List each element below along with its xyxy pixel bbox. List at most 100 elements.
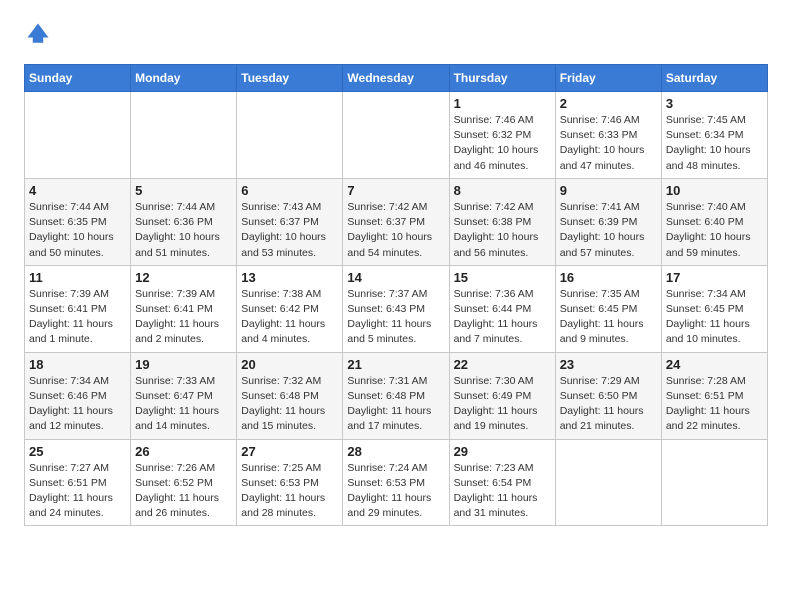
calendar-cell (555, 439, 661, 526)
day-number: 12 (135, 270, 232, 285)
week-row-5: 25 Sunrise: 7:27 AMSunset: 6:51 PMDayligh… (25, 439, 768, 526)
weekday-header-sunday: Sunday (25, 65, 131, 92)
day-number: 16 (560, 270, 657, 285)
week-row-3: 11 Sunrise: 7:39 AMSunset: 6:41 PMDayligh… (25, 265, 768, 352)
day-info: Sunrise: 7:32 AMSunset: 6:48 PMDaylight:… (241, 374, 338, 435)
calendar-cell: 26 Sunrise: 7:26 AMSunset: 6:52 PMDayligh… (131, 439, 237, 526)
day-info: Sunrise: 7:38 AMSunset: 6:42 PMDaylight:… (241, 287, 338, 348)
calendar-cell: 13 Sunrise: 7:38 AMSunset: 6:42 PMDayligh… (237, 265, 343, 352)
logo-icon (24, 20, 52, 48)
day-number: 23 (560, 357, 657, 372)
day-number: 21 (347, 357, 444, 372)
calendar-cell: 6Sunrise: 7:43 AMSunset: 6:37 PMDaylight… (237, 178, 343, 265)
day-info: Sunrise: 7:34 AMSunset: 6:46 PMDaylight:… (29, 374, 126, 435)
day-number: 2 (560, 96, 657, 111)
calendar-table: SundayMondayTuesdayWednesdayThursdayFrid… (24, 64, 768, 526)
calendar-cell (131, 92, 237, 179)
week-row-1: 1Sunrise: 7:46 AMSunset: 6:32 PMDaylight… (25, 92, 768, 179)
calendar-cell: 29 Sunrise: 7:23 AMSunset: 6:54 PMDayligh… (449, 439, 555, 526)
header (24, 20, 768, 50)
day-number: 10 (666, 183, 763, 198)
day-number: 14 (347, 270, 444, 285)
calendar-cell: 14 Sunrise: 7:37 AMSunset: 6:43 PMDayligh… (343, 265, 449, 352)
day-number: 5 (135, 183, 232, 198)
day-info: Sunrise: 7:31 AMSunset: 6:48 PMDaylight:… (347, 374, 444, 435)
calendar-cell: 27Sunrise: 7:25 AMSunset: 6:53 PMDayligh… (237, 439, 343, 526)
calendar-cell: 15 Sunrise: 7:36 AMSunset: 6:44 PMDayligh… (449, 265, 555, 352)
calendar-cell: 20 Sunrise: 7:32 AMSunset: 6:48 PMDayligh… (237, 352, 343, 439)
calendar-cell: 18 Sunrise: 7:34 AMSunset: 6:46 PMDayligh… (25, 352, 131, 439)
day-number: 4 (29, 183, 126, 198)
day-number: 15 (454, 270, 551, 285)
calendar-cell: 9 Sunrise: 7:41 AMSunset: 6:39 PMDaylight… (555, 178, 661, 265)
day-number: 25 (29, 444, 126, 459)
day-info: Sunrise: 7:30 AMSunset: 6:49 PMDaylight:… (454, 374, 551, 435)
calendar-cell: 1Sunrise: 7:46 AMSunset: 6:32 PMDaylight… (449, 92, 555, 179)
calendar-cell (661, 439, 767, 526)
day-info: Sunrise: 7:23 AMSunset: 6:54 PMDaylight:… (454, 461, 551, 522)
day-info: Sunrise: 7:41 AMSunset: 6:39 PMDaylight:… (560, 200, 657, 261)
weekday-header-friday: Friday (555, 65, 661, 92)
calendar-cell: 3 Sunrise: 7:45 AMSunset: 6:34 PMDaylight… (661, 92, 767, 179)
day-info: Sunrise: 7:35 AMSunset: 6:45 PMDaylight:… (560, 287, 657, 348)
day-info: Sunrise: 7:44 AMSunset: 6:36 PMDaylight:… (135, 200, 232, 261)
day-info: Sunrise: 7:46 AMSunset: 6:33 PMDaylight:… (560, 113, 657, 174)
day-info: Sunrise: 7:44 AMSunset: 6:35 PMDaylight:… (29, 200, 126, 261)
calendar-cell: 19 Sunrise: 7:33 AMSunset: 6:47 PMDayligh… (131, 352, 237, 439)
day-number: 24 (666, 357, 763, 372)
day-info: Sunrise: 7:45 AMSunset: 6:34 PMDaylight:… (666, 113, 763, 174)
calendar-cell: 11Sunrise: 7:39 AMSunset: 6:41 PMDayligh… (25, 265, 131, 352)
day-info: Sunrise: 7:26 AMSunset: 6:52 PMDaylight:… (135, 461, 232, 522)
day-info: Sunrise: 7:27 AMSunset: 6:51 PMDaylight:… (29, 461, 126, 522)
day-number: 8 (454, 183, 551, 198)
calendar-cell: 4 Sunrise: 7:44 AMSunset: 6:35 PMDaylight… (25, 178, 131, 265)
calendar-cell: 10 Sunrise: 7:40 AMSunset: 6:40 PMDayligh… (661, 178, 767, 265)
day-info: Sunrise: 7:36 AMSunset: 6:44 PMDaylight:… (454, 287, 551, 348)
calendar-cell: 24 Sunrise: 7:28 AMSunset: 6:51 PMDayligh… (661, 352, 767, 439)
day-number: 19 (135, 357, 232, 372)
day-number: 17 (666, 270, 763, 285)
day-number: 28 (347, 444, 444, 459)
week-row-4: 18 Sunrise: 7:34 AMSunset: 6:46 PMDayligh… (25, 352, 768, 439)
day-number: 29 (454, 444, 551, 459)
calendar-cell: 28 Sunrise: 7:24 AMSunset: 6:53 PMDayligh… (343, 439, 449, 526)
day-number: 11 (29, 270, 126, 285)
day-info: Sunrise: 7:24 AMSunset: 6:53 PMDaylight:… (347, 461, 444, 522)
day-info: Sunrise: 7:39 AMSunset: 6:41 PMDaylight:… (135, 287, 232, 348)
day-number: 1 (454, 96, 551, 111)
day-info: Sunrise: 7:43 AMSunset: 6:37 PMDaylight:… (241, 200, 338, 261)
day-info: Sunrise: 7:28 AMSunset: 6:51 PMDaylight:… (666, 374, 763, 435)
day-info: Sunrise: 7:40 AMSunset: 6:40 PMDaylight:… (666, 200, 763, 261)
weekday-header-wednesday: Wednesday (343, 65, 449, 92)
calendar-cell: 17 Sunrise: 7:34 AMSunset: 6:45 PMDayligh… (661, 265, 767, 352)
day-number: 9 (560, 183, 657, 198)
day-info: Sunrise: 7:29 AMSunset: 6:50 PMDaylight:… (560, 374, 657, 435)
day-number: 3 (666, 96, 763, 111)
calendar-cell: 7 Sunrise: 7:42 AMSunset: 6:37 PMDaylight… (343, 178, 449, 265)
day-info: Sunrise: 7:34 AMSunset: 6:45 PMDaylight:… (666, 287, 763, 348)
day-number: 13 (241, 270, 338, 285)
calendar-cell: 5 Sunrise: 7:44 AMSunset: 6:36 PMDaylight… (131, 178, 237, 265)
day-info: Sunrise: 7:33 AMSunset: 6:47 PMDaylight:… (135, 374, 232, 435)
calendar-cell: 8 Sunrise: 7:42 AMSunset: 6:38 PMDaylight… (449, 178, 555, 265)
day-info: Sunrise: 7:42 AMSunset: 6:38 PMDaylight:… (454, 200, 551, 261)
day-info: Sunrise: 7:37 AMSunset: 6:43 PMDaylight:… (347, 287, 444, 348)
weekday-header-thursday: Thursday (449, 65, 555, 92)
day-number: 7 (347, 183, 444, 198)
calendar-cell: 16 Sunrise: 7:35 AMSunset: 6:45 PMDayligh… (555, 265, 661, 352)
weekday-header-monday: Monday (131, 65, 237, 92)
calendar-cell (343, 92, 449, 179)
calendar-cell (25, 92, 131, 179)
calendar-cell: 21 Sunrise: 7:31 AMSunset: 6:48 PMDayligh… (343, 352, 449, 439)
logo (24, 20, 52, 50)
weekday-header-saturday: Saturday (661, 65, 767, 92)
weekday-header-tuesday: Tuesday (237, 65, 343, 92)
day-number: 18 (29, 357, 126, 372)
day-number: 26 (135, 444, 232, 459)
day-info: Sunrise: 7:25 AMSunset: 6:53 PMDaylight:… (241, 461, 338, 522)
day-number: 20 (241, 357, 338, 372)
day-number: 22 (454, 357, 551, 372)
day-info: Sunrise: 7:42 AMSunset: 6:37 PMDaylight:… (347, 200, 444, 261)
calendar-cell: 25 Sunrise: 7:27 AMSunset: 6:51 PMDayligh… (25, 439, 131, 526)
calendar-cell: 23 Sunrise: 7:29 AMSunset: 6:50 PMDayligh… (555, 352, 661, 439)
